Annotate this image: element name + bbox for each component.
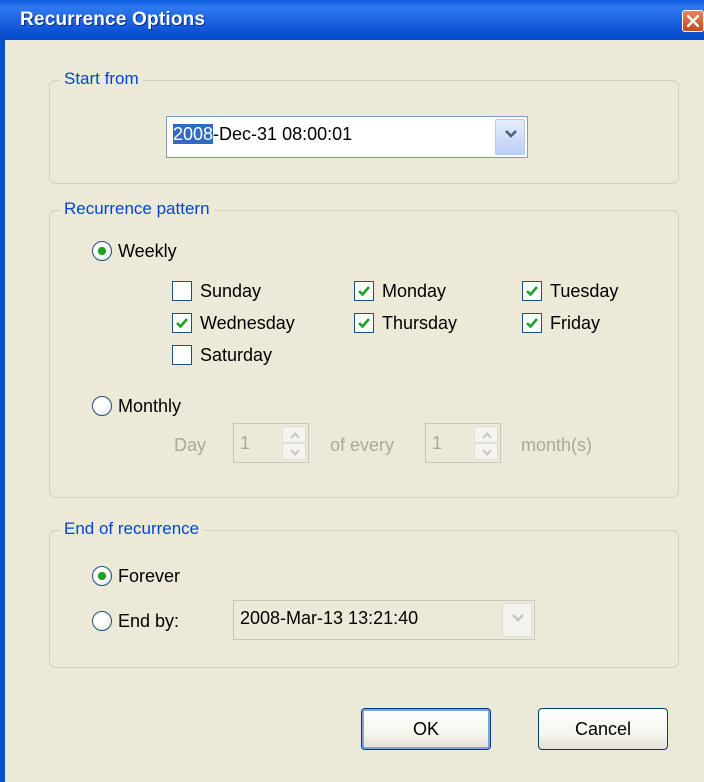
end-by-date-picker[interactable]: 2008-Mar-13 13:21:40 xyxy=(233,600,535,640)
monday-checkbox[interactable] xyxy=(354,281,374,301)
radio-selected-dot xyxy=(98,247,106,255)
close-icon xyxy=(687,15,699,27)
forever-label[interactable]: Forever xyxy=(118,565,180,587)
checkmark-icon xyxy=(358,286,370,297)
start-date-year-selected: 2008 xyxy=(173,124,214,144)
friday-label[interactable]: Friday xyxy=(550,312,600,334)
end-of-recurrence-legend: End of recurrence xyxy=(60,517,204,541)
end-by-radio[interactable] xyxy=(92,611,112,631)
recurrence-options-dialog: Recurrence Options Start from 2008-Dec-3… xyxy=(0,0,704,782)
months-label: month(s) xyxy=(521,435,593,455)
arrow-down-icon xyxy=(482,449,492,456)
chevron-down-icon xyxy=(505,130,517,138)
day-spinner-value: 1 xyxy=(240,433,251,453)
arrow-up-icon xyxy=(482,432,492,439)
chevron-down-icon xyxy=(512,614,524,622)
day-spinner-up[interactable] xyxy=(282,426,306,443)
month-interval-value: 1 xyxy=(432,433,443,453)
month-interval-down[interactable] xyxy=(474,443,498,460)
month-interval-spinner[interactable]: 1 xyxy=(425,423,501,463)
of-every-label: of every xyxy=(330,435,395,455)
ok-button[interactable]: OK xyxy=(361,708,491,750)
month-interval-up[interactable] xyxy=(474,426,498,443)
tuesday-checkbox[interactable] xyxy=(522,281,542,301)
checkmark-icon xyxy=(358,318,370,329)
checkmark-icon xyxy=(526,286,538,297)
wednesday-checkbox[interactable] xyxy=(172,313,192,333)
checkmark-icon xyxy=(176,318,188,329)
weekly-label[interactable]: Weekly xyxy=(118,240,177,262)
window-title: Recurrence Options xyxy=(20,9,206,30)
month-interval-buttons xyxy=(474,426,498,460)
monday-label[interactable]: Monday xyxy=(382,280,446,302)
close-button[interactable] xyxy=(682,10,704,32)
friday-checkbox[interactable] xyxy=(522,313,542,333)
start-date-dropdown-button[interactable] xyxy=(495,119,525,155)
saturday-checkbox[interactable] xyxy=(172,345,192,365)
monthly-radio[interactable] xyxy=(92,396,112,416)
end-by-date-value: 2008-Mar-13 13:21:40 xyxy=(240,608,419,628)
end-by-dropdown-button[interactable] xyxy=(502,603,532,637)
start-date-picker[interactable]: 2008-Dec-31 08:00:01 xyxy=(166,116,528,158)
tuesday-label[interactable]: Tuesday xyxy=(550,280,618,302)
arrow-down-icon xyxy=(290,449,300,456)
thursday-label[interactable]: Thursday xyxy=(382,312,457,334)
start-date-rest: -Dec-31 08:00:01 xyxy=(213,124,353,144)
monthly-label[interactable]: Monthly xyxy=(118,395,181,417)
thursday-checkbox[interactable] xyxy=(354,313,374,333)
day-spinner-buttons xyxy=(282,426,306,460)
day-spinner[interactable]: 1 xyxy=(233,423,309,463)
recurrence-pattern-legend: Recurrence pattern xyxy=(60,197,214,221)
day-spinner-down[interactable] xyxy=(282,443,306,460)
radio-selected-dot xyxy=(98,572,106,580)
saturday-label[interactable]: Saturday xyxy=(200,344,272,366)
weekly-radio[interactable] xyxy=(92,241,112,261)
title-bar[interactable]: Recurrence Options xyxy=(0,0,704,40)
forever-radio[interactable] xyxy=(92,566,112,586)
sunday-label[interactable]: Sunday xyxy=(200,280,261,302)
end-of-recurrence-group: End of recurrence xyxy=(49,517,679,668)
day-label: Day xyxy=(174,435,207,455)
start-date-value[interactable]: 2008-Dec-31 08:00:01 xyxy=(173,123,352,145)
sunday-checkbox[interactable] xyxy=(172,281,192,301)
checkmark-icon xyxy=(526,318,538,329)
window-frame-left xyxy=(0,40,5,782)
arrow-up-icon xyxy=(290,432,300,439)
wednesday-label[interactable]: Wednesday xyxy=(200,312,295,334)
cancel-button[interactable]: Cancel xyxy=(538,708,668,750)
end-by-label[interactable]: End by: xyxy=(118,610,179,632)
start-from-legend: Start from xyxy=(60,67,143,91)
